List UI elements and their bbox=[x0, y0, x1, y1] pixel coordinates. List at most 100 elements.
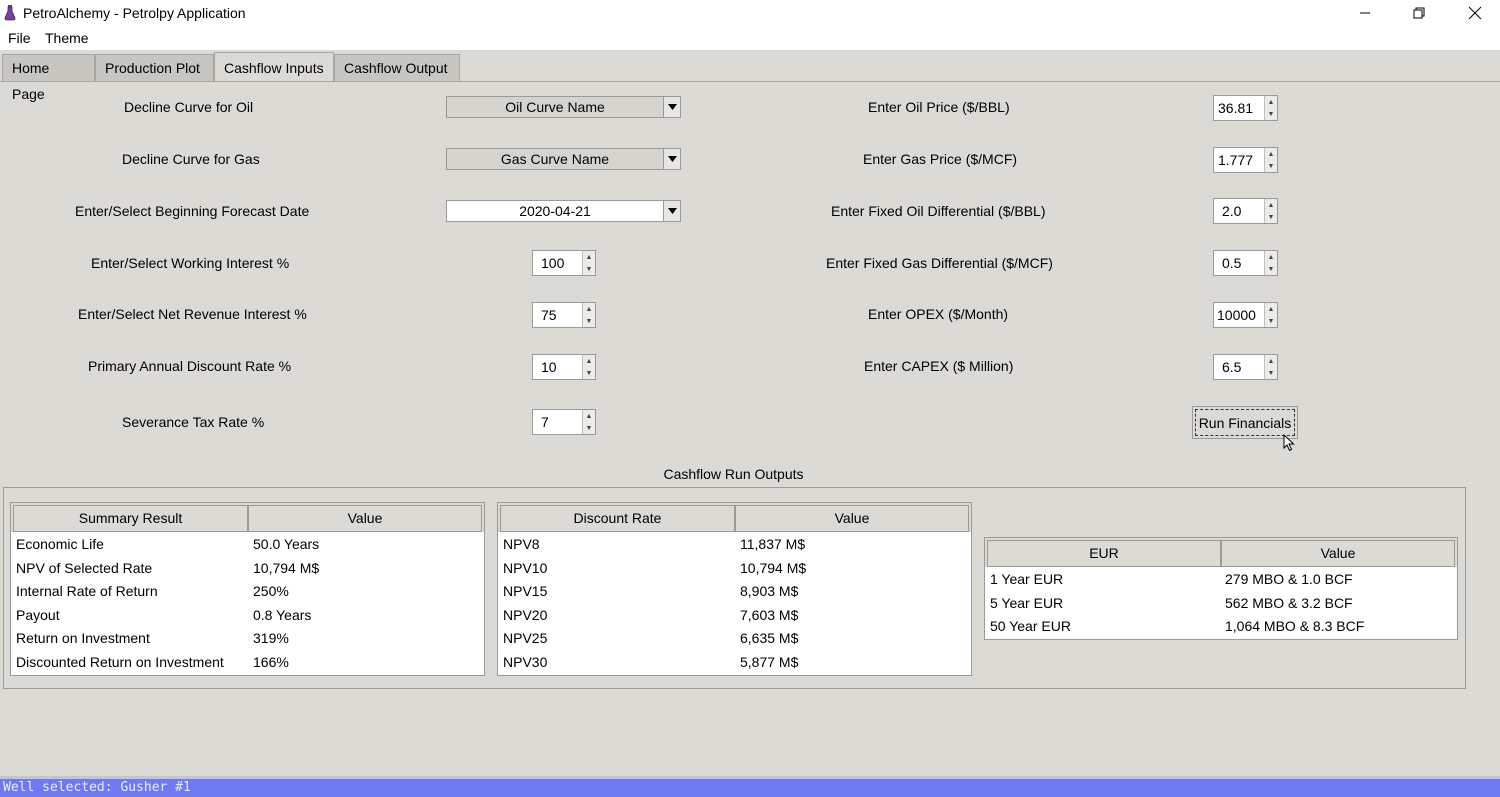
table-row[interactable]: NPV20 7,603 M$ bbox=[498, 604, 971, 628]
spin-up-icon[interactable]: ▲ bbox=[1265, 251, 1277, 263]
forecast-date-value[interactable]: 2020-04-21 bbox=[447, 201, 663, 221]
gas-price-value[interactable]: 1.777 bbox=[1214, 148, 1264, 172]
table-cell: Discounted Return on Investment bbox=[16, 653, 224, 670]
tab-cashflow-output[interactable]: Cashflow Output bbox=[334, 54, 460, 81]
discount-rate-value[interactable]: 10 bbox=[533, 355, 582, 379]
minimize-button[interactable] bbox=[1342, 0, 1388, 26]
close-button[interactable] bbox=[1452, 0, 1498, 26]
column-header[interactable]: Discount Rate bbox=[500, 505, 735, 532]
severance-tax-spinbox[interactable]: 7 ▲ ▼ bbox=[532, 409, 596, 435]
severance-tax-value[interactable]: 7 bbox=[533, 410, 582, 434]
forecast-date-label: Enter/Select Beginning Forecast Date bbox=[75, 203, 310, 219]
table-cell: 1,064 MBO & 8.3 BCF bbox=[1225, 618, 1365, 634]
column-header[interactable]: Value bbox=[735, 505, 969, 532]
spin-down-icon[interactable]: ▼ bbox=[583, 315, 595, 327]
oil-differential-spinbox[interactable]: 2.0 ▲ ▼ bbox=[1213, 198, 1278, 224]
table-row[interactable]: Internal Rate of Return 250% bbox=[11, 580, 484, 604]
spin-down-icon[interactable]: ▼ bbox=[1265, 108, 1277, 120]
opex-value[interactable]: 10000 bbox=[1214, 303, 1264, 327]
capex-label: Enter CAPEX ($ Million) bbox=[864, 358, 1014, 374]
table-cell: NPV15 bbox=[503, 583, 548, 599]
dropdown-arrow-icon[interactable] bbox=[663, 201, 680, 221]
table-row[interactable]: Return on Investment 319% bbox=[11, 627, 484, 651]
menu-bar: File Theme bbox=[0, 26, 1500, 50]
spin-up-icon[interactable]: ▲ bbox=[583, 251, 595, 263]
table-cell: 6,635 M$ bbox=[740, 630, 799, 646]
column-header[interactable]: Value bbox=[1221, 540, 1455, 567]
working-interest-spinbox[interactable]: 100 ▲ ▼ bbox=[532, 250, 596, 276]
capex-value[interactable]: 6.5 bbox=[1214, 355, 1264, 379]
table-row[interactable]: NPV30 5,877 M$ bbox=[498, 651, 971, 675]
opex-spinbox[interactable]: 10000 ▲ ▼ bbox=[1213, 302, 1278, 328]
table-row[interactable]: 50 Year EUR 1,064 MBO & 8.3 BCF bbox=[985, 615, 1457, 639]
nri-label: Enter/Select Net Revenue Interest % bbox=[78, 306, 307, 322]
oil-differential-value[interactable]: 2.0 bbox=[1214, 199, 1264, 223]
table-row[interactable]: Payout 0.8 Years bbox=[11, 604, 484, 628]
gas-differential-value[interactable]: 0.5 bbox=[1214, 251, 1264, 275]
working-interest-value[interactable]: 100 bbox=[533, 251, 582, 275]
spin-down-icon[interactable]: ▼ bbox=[583, 263, 595, 275]
tab-production-plot[interactable]: Production Plot bbox=[95, 54, 214, 81]
nri-spinbox[interactable]: 75 ▲ ▼ bbox=[532, 302, 596, 328]
gas-differential-spinbox[interactable]: 0.5 ▲ ▼ bbox=[1213, 250, 1278, 276]
spin-down-icon[interactable]: ▼ bbox=[1265, 160, 1277, 172]
table-row[interactable]: Economic Life 50.0 Years bbox=[11, 533, 484, 557]
spin-up-icon[interactable]: ▲ bbox=[1265, 96, 1277, 108]
forecast-date-picker[interactable]: 2020-04-21 bbox=[446, 200, 681, 222]
table-cell: 8,903 M$ bbox=[740, 583, 799, 599]
oil-curve-label: Decline Curve for Oil bbox=[124, 99, 254, 115]
table-row[interactable]: NPV8 11,837 M$ bbox=[498, 533, 971, 557]
spin-down-icon[interactable]: ▼ bbox=[1265, 263, 1277, 275]
window-title: PetroAlchemy - Petrolpy Application bbox=[23, 5, 246, 21]
tab-cashflow-inputs[interactable]: Cashflow Inputs bbox=[214, 52, 334, 82]
table-row[interactable]: 5 Year EUR 562 MBO & 3.2 BCF bbox=[985, 592, 1457, 616]
table-cell: 10,794 M$ bbox=[253, 559, 320, 576]
table-cell: 5 Year EUR bbox=[990, 594, 1064, 611]
severance-tax-label: Severance Tax Rate % bbox=[122, 414, 265, 430]
column-header[interactable]: EUR bbox=[987, 540, 1221, 567]
tab-home-page[interactable]: Home Page bbox=[2, 54, 95, 102]
table-row[interactable]: NPV15 8,903 M$ bbox=[498, 580, 971, 604]
table-cell: 50.0 Years bbox=[253, 536, 320, 552]
table-row[interactable]: NPV10 10,794 M$ bbox=[498, 557, 971, 581]
table-cell: 11,837 M$ bbox=[740, 536, 806, 552]
table-cell: 319% bbox=[253, 630, 289, 646]
dropdown-arrow-icon[interactable] bbox=[663, 97, 680, 117]
capex-spinbox[interactable]: 6.5 ▲ ▼ bbox=[1213, 354, 1278, 380]
dropdown-arrow-icon[interactable] bbox=[663, 149, 680, 169]
table-cell: NPV20 bbox=[503, 606, 548, 623]
spin-up-icon[interactable]: ▲ bbox=[1265, 199, 1277, 211]
oil-price-value[interactable]: 36.81 bbox=[1214, 96, 1264, 120]
spin-up-icon[interactable]: ▲ bbox=[583, 355, 595, 367]
spin-up-icon[interactable]: ▲ bbox=[1265, 148, 1277, 160]
table-cell: NPV30 bbox=[503, 653, 548, 670]
table-cell: 562 MBO & 3.2 BCF bbox=[1225, 594, 1353, 611]
outputs-title: Cashflow Run Outputs bbox=[663, 466, 804, 482]
table-row[interactable]: NPV25 6,635 M$ bbox=[498, 627, 971, 651]
gas-curve-dropdown[interactable]: Gas Curve Name bbox=[446, 148, 681, 170]
spin-up-icon[interactable]: ▲ bbox=[583, 303, 595, 315]
gas-price-spinbox[interactable]: 1.777 ▲ ▼ bbox=[1213, 147, 1278, 173]
table-row[interactable]: 1 Year EUR 279 MBO & 1.0 BCF bbox=[985, 568, 1457, 592]
spin-down-icon[interactable]: ▼ bbox=[1265, 315, 1277, 327]
menu-theme[interactable]: Theme bbox=[45, 30, 89, 46]
column-header[interactable]: Value bbox=[248, 505, 482, 532]
restore-button[interactable] bbox=[1396, 0, 1442, 26]
discount-rate-spinbox[interactable]: 10 ▲ ▼ bbox=[532, 354, 596, 380]
menu-file[interactable]: File bbox=[8, 30, 31, 46]
spin-up-icon[interactable]: ▲ bbox=[583, 410, 595, 422]
table-row[interactable]: NPV of Selected Rate 10,794 M$ bbox=[11, 557, 484, 581]
restore-icon bbox=[1413, 7, 1425, 19]
spin-down-icon[interactable]: ▼ bbox=[583, 367, 595, 379]
spin-up-icon[interactable]: ▲ bbox=[1265, 303, 1277, 315]
nri-value[interactable]: 75 bbox=[533, 303, 582, 327]
spin-down-icon[interactable]: ▼ bbox=[1265, 367, 1277, 379]
column-header[interactable]: Summary Result bbox=[13, 505, 248, 532]
oil-price-spinbox[interactable]: 36.81 ▲ ▼ bbox=[1213, 95, 1278, 121]
spin-up-icon[interactable]: ▲ bbox=[1265, 355, 1277, 367]
spin-down-icon[interactable]: ▼ bbox=[583, 422, 595, 434]
gas-differential-label: Enter Fixed Gas Differential ($/MCF) bbox=[826, 255, 1053, 271]
table-row[interactable]: Discounted Return on Investment 166% bbox=[11, 651, 484, 675]
spin-down-icon[interactable]: ▼ bbox=[1265, 211, 1277, 223]
oil-curve-dropdown[interactable]: Oil Curve Name bbox=[446, 96, 681, 118]
